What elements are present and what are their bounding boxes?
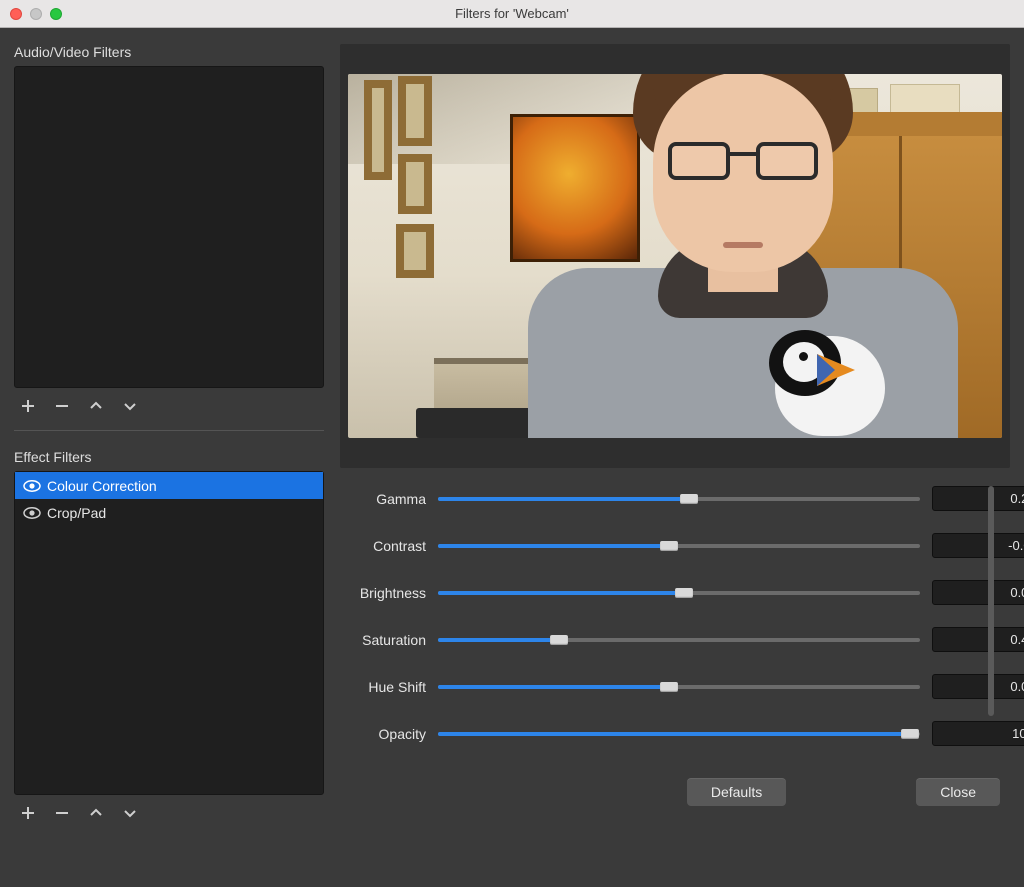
move-audio-video-filter-up-button[interactable] [86, 396, 106, 416]
dialog-buttons: Defaults Close [340, 778, 1010, 806]
effect-filter-item-label: Colour Correction [47, 478, 157, 494]
chevron-up-icon [88, 398, 104, 414]
remove-audio-video-filter-button[interactable] [52, 396, 72, 416]
audio-video-filters-controls [14, 388, 324, 422]
saturation-value-input[interactable] [932, 627, 1024, 652]
zoom-window-button[interactable] [50, 8, 62, 20]
saturation-row: Saturation [340, 627, 992, 652]
hue_shift-slider[interactable] [438, 680, 920, 694]
effect-filters-list[interactable]: Colour Correction Crop/Pad [14, 471, 324, 795]
panel-divider [14, 430, 324, 431]
effect-filters-label: Effect Filters [14, 449, 324, 465]
saturation-label: Saturation [340, 632, 426, 648]
plus-icon [20, 398, 36, 414]
effect-filters-section: Effect Filters Colour Correction Crop/Pad [14, 449, 324, 829]
chevron-down-icon [122, 398, 138, 414]
chevron-down-icon [122, 805, 138, 821]
left-panel: Audio/Video Filters [14, 44, 324, 873]
minimize-window-button[interactable] [30, 8, 42, 20]
move-effect-filter-down-button[interactable] [120, 803, 140, 823]
defaults-button[interactable]: Defaults [687, 778, 786, 806]
remove-effect-filter-button[interactable] [52, 803, 72, 823]
add-effect-filter-button[interactable] [18, 803, 38, 823]
visibility-toggle-icon[interactable] [23, 479, 41, 493]
brightness-spinbox [932, 580, 992, 605]
chevron-up-icon [88, 805, 104, 821]
move-effect-filter-up-button[interactable] [86, 803, 106, 823]
saturation-spinbox [932, 627, 992, 652]
contrast-slider[interactable] [438, 539, 920, 553]
opacity-spinbox [932, 721, 992, 746]
contrast-value-input[interactable] [932, 533, 1024, 558]
audio-video-filters-list[interactable] [14, 66, 324, 388]
effect-filters-controls [14, 795, 324, 829]
close-window-button[interactable] [10, 8, 22, 20]
audio-video-filters-section: Audio/Video Filters [14, 44, 324, 422]
brightness-value-input[interactable] [932, 580, 1024, 605]
close-button[interactable]: Close [916, 778, 1000, 806]
opacity-value-input[interactable] [932, 721, 1024, 746]
hue_shift-label: Hue Shift [340, 679, 426, 695]
hue_shift-spinbox [932, 674, 992, 699]
opacity-slider[interactable] [438, 727, 920, 741]
contrast-row: Contrast [340, 533, 992, 558]
hue_shift-row: Hue Shift [340, 674, 992, 699]
brightness-row: Brightness [340, 580, 992, 605]
effect-filter-item[interactable]: Colour Correction [15, 472, 323, 499]
saturation-slider[interactable] [438, 633, 920, 647]
brightness-slider[interactable] [438, 586, 920, 600]
parameters-scrollbar[interactable] [988, 486, 994, 716]
content-area: Audio/Video Filters [0, 28, 1024, 887]
visibility-toggle-icon[interactable] [23, 506, 41, 520]
gamma-row: Gamma [340, 486, 992, 511]
effect-filter-item[interactable]: Crop/Pad [15, 499, 323, 526]
minus-icon [54, 398, 70, 414]
opacity-label: Opacity [340, 726, 426, 742]
filter-parameters: Gamma Contrast Brightness Saturation Hue Shi… [340, 486, 1010, 768]
hue_shift-value-input[interactable] [932, 674, 1024, 699]
brightness-label: Brightness [340, 585, 426, 601]
opacity-row: Opacity [340, 721, 992, 746]
plus-icon [20, 805, 36, 821]
filters-window: Filters for 'Webcam' Audio/Video Filters [0, 0, 1024, 887]
move-audio-video-filter-down-button[interactable] [120, 396, 140, 416]
effect-filter-item-label: Crop/Pad [47, 505, 106, 521]
video-preview [348, 74, 1002, 438]
titlebar: Filters for 'Webcam' [0, 0, 1024, 28]
gamma-slider[interactable] [438, 492, 920, 506]
minus-icon [54, 805, 70, 821]
contrast-spinbox [932, 533, 992, 558]
gamma-spinbox [932, 486, 992, 511]
window-title: Filters for 'Webcam' [0, 6, 1024, 21]
gamma-value-input[interactable] [932, 486, 1024, 511]
preview-container [340, 44, 1010, 468]
traffic-lights [0, 8, 62, 20]
right-panel: Gamma Contrast Brightness Saturation Hue Shi… [340, 44, 1010, 873]
gamma-label: Gamma [340, 491, 426, 507]
add-audio-video-filter-button[interactable] [18, 396, 38, 416]
contrast-label: Contrast [340, 538, 426, 554]
audio-video-filters-label: Audio/Video Filters [14, 44, 324, 60]
